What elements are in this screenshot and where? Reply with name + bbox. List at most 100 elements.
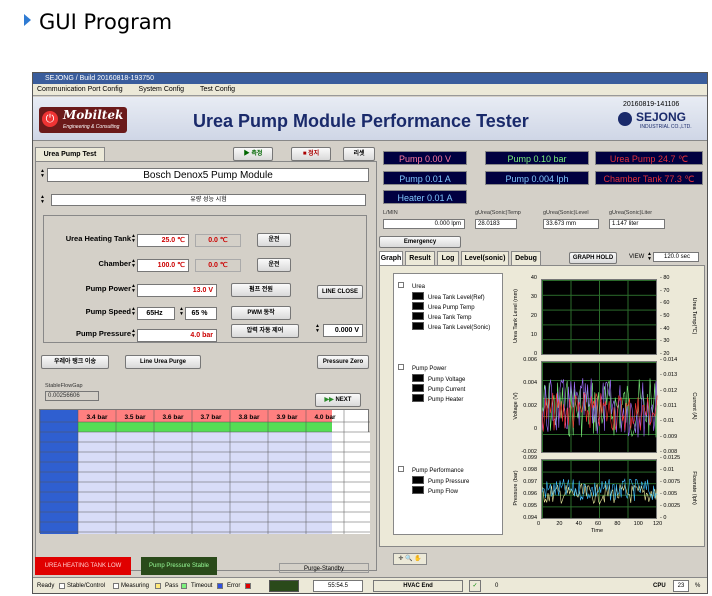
x-tick-label: 40 — [575, 521, 582, 527]
pwm-button[interactable]: PWM 동작 — [231, 306, 291, 320]
urea-pump-temp-status: Urea Pump 24.7 ℃ — [595, 151, 703, 165]
legend-swatch — [412, 312, 424, 320]
urea-heating-spin[interactable]: ▲ ▼ — [131, 234, 136, 245]
y-tick-label: 0.097 — [523, 479, 537, 485]
y2-tick-label: - 50 — [660, 313, 670, 319]
y2-tick-label: - 0.013 — [660, 372, 678, 379]
y-axis-label: Voltage (V) — [513, 392, 519, 420]
power-checkbox[interactable] — [398, 364, 404, 370]
tab-graph[interactable]: Graph — [379, 251, 403, 265]
y2-tick-label: - 0.012 — [660, 387, 678, 394]
y-tick-label: 10 — [530, 332, 537, 338]
line-close-button[interactable]: LINE CLOSE — [317, 285, 363, 299]
pressure-zero-button[interactable]: Pressure Zero — [317, 355, 369, 369]
y2-tick-label: - 30 — [660, 338, 670, 345]
slide-title-text: GUI Program — [39, 10, 173, 34]
menu-comm-port[interactable]: Communication Port Config — [37, 86, 123, 93]
pressure-value-spin[interactable]: ▲ ▼ — [315, 324, 320, 335]
graph-tools[interactable]: ✛ 🔍 ✋ — [393, 553, 427, 565]
y2-tick-label: - 80 — [660, 275, 670, 281]
module-select[interactable]: Bosch Denox5 Pump Module — [47, 168, 369, 182]
pressure-auto-button[interactable]: 압력 자동 제어 — [231, 324, 299, 338]
pump-power-button[interactable]: 펌프 전원 — [231, 283, 291, 297]
graph-hold-button[interactable]: GRAPH HOLD — [569, 252, 617, 264]
pump-speed-pct-spin[interactable]: ▲ ▼ — [179, 307, 184, 318]
elapsed-time: 55:54.5 — [313, 580, 363, 592]
y2-tick-label: - 0.0025 — [660, 503, 681, 509]
urea-tank-transfer-button[interactable]: 우레아 탱크 이송 — [41, 355, 109, 369]
stop-button[interactable]: ■ 정지 — [291, 147, 331, 161]
view-value[interactable]: 120.0 sec — [653, 252, 699, 262]
urea-checkbox[interactable] — [398, 282, 404, 288]
legend-item: Pump Current — [412, 384, 465, 393]
menu-system-config[interactable]: System Config — [139, 86, 185, 93]
y-tick-label: 0.095 — [523, 503, 537, 509]
heater-status: Heater 0.01 A — [383, 190, 467, 204]
legend-text: Urea Tank Temp — [428, 315, 472, 321]
tab-log[interactable]: Log — [437, 251, 459, 265]
urea-group-label[interactable]: Urea — [398, 282, 425, 290]
tab-debug[interactable]: Debug — [511, 251, 541, 265]
urea-heating-setpoint[interactable]: 25.0 ℃ — [137, 234, 189, 247]
pressure-value[interactable]: 0.000 V — [323, 324, 363, 337]
slide-title: GUI Program — [24, 10, 172, 34]
sonic-level-label: gUrea(Sonic)Level — [543, 210, 589, 216]
emergency-button[interactable]: Emergency — [379, 236, 461, 248]
pump-pressure-spin[interactable]: ▲ ▼ — [131, 329, 136, 340]
legend-panel: Urea Urea Tank Level(Ref) Urea Pump Temp… — [393, 273, 503, 535]
legend-swatch — [412, 302, 424, 310]
tab-level-sonic[interactable]: Level(sonic) — [461, 251, 509, 265]
tab-urea-pump-test[interactable]: Urea Pump Test — [35, 147, 105, 161]
y-tick-label: 0.096 — [523, 491, 537, 497]
y-tick-label: 0.094 — [523, 515, 537, 521]
power-icon[interactable]: ⏻ — [42, 111, 58, 127]
pump-power-spin[interactable]: ▲ ▼ — [131, 284, 136, 295]
pump-speed-hz[interactable]: 65Hz — [137, 307, 175, 320]
power-group-text: Pump Power — [412, 366, 447, 372]
pump-power-input[interactable]: 13.0 V — [137, 284, 217, 297]
pump-pressure-input[interactable]: 4.0 bar — [137, 329, 217, 342]
legend-text: Urea Tank Level(Sonic) — [428, 325, 491, 331]
module-spin[interactable]: ▲ ▼ — [40, 169, 45, 180]
y2-tick-label: - 0.0075 — [660, 479, 681, 485]
stable-control-label: Stable/Control — [67, 583, 106, 589]
next-label: NEXT — [335, 397, 352, 403]
power-group-label[interactable]: Pump Power — [398, 364, 446, 372]
next-button[interactable]: ▶▶ NEXT — [315, 393, 361, 407]
view-spin[interactable]: ▲ ▼ — [647, 252, 652, 263]
tab-result[interactable]: Result — [405, 251, 435, 265]
chamber-run-button[interactable]: 운전 — [257, 258, 291, 272]
legend-text: Pump Current — [428, 387, 466, 393]
pump-voltage-status: Pump 0.00 V — [383, 151, 467, 165]
y-axis-label: Urea Tank Level (mm) — [513, 289, 519, 343]
reset-button[interactable]: 리셋 — [343, 147, 375, 161]
urea-heating-run-button[interactable]: 운전 — [257, 233, 291, 247]
x-tick-label: 20 — [556, 521, 563, 527]
legend-text: Pump Pressure — [428, 479, 470, 485]
chamber-setpoint[interactable]: 100.0 ℃ — [137, 259, 189, 272]
run-indicator — [269, 580, 299, 592]
pump-speed-pct[interactable]: 65 % — [185, 307, 217, 320]
perf-group-label[interactable]: Pump Performance — [398, 466, 464, 474]
legend-swatch — [412, 292, 424, 300]
menu-test-config[interactable]: Test Config — [200, 86, 235, 93]
results-table: 3.4 bar 3.5 bar 3.6 bar 3.7 bar 3.8 bar 3.9 b… — [39, 409, 370, 534]
pump-speed-spin[interactable]: ▲ ▼ — [131, 307, 136, 318]
table-header-cell: 3.6 bar — [163, 414, 184, 421]
line-urea-purge-button[interactable]: Line Urea Purge — [125, 355, 201, 369]
error-light — [245, 583, 251, 589]
chamber-spin[interactable]: ▲ ▼ — [131, 259, 136, 270]
perf-checkbox[interactable] — [398, 466, 404, 472]
mode-spin[interactable]: ▲ ▼ — [40, 195, 45, 206]
hvac-status: HVAC End — [373, 580, 463, 592]
measure-button[interactable]: ▶ 측정 — [233, 147, 273, 161]
sonic-temp-value: 28.0183 — [475, 219, 517, 229]
table-header-cell: 3.9 bar — [277, 414, 298, 421]
legend-item: Pump Flow — [412, 486, 458, 495]
legend-swatch — [412, 394, 424, 402]
y-tick-label: 0 — [533, 426, 537, 432]
menu-bar: Communication Port Config System Config … — [33, 84, 707, 96]
chart-container: 40 30 20 10 0- 80- 70- 60- 50- 40- 30- 20 Ure… — [507, 273, 703, 535]
mode-select[interactable]: 유량 성능 시험 — [51, 194, 366, 206]
legend-item: Urea Tank Temp — [412, 312, 471, 321]
